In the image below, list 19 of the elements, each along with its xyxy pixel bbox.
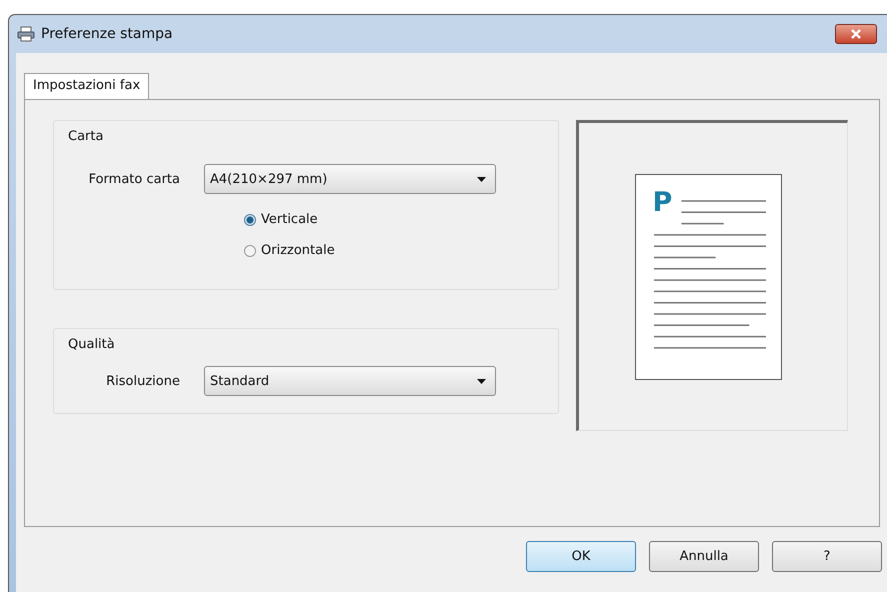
group-title: Carta <box>68 129 104 144</box>
window-title: Preferenze stampa <box>41 26 174 42</box>
field-label: Formato carta <box>88 172 181 186</box>
paper-size-dropdown[interactable]: A4(210×297 mm) <box>204 164 496 194</box>
printer-icon <box>17 26 35 42</box>
dropdown-arrow-icon <box>477 176 486 182</box>
orientation-radio[interactable]: Orizzontale <box>244 243 335 258</box>
orientation-radio[interactable]: Verticale <box>244 212 318 227</box>
dialog-button[interactable]: ? <box>772 541 882 572</box>
close-icon <box>851 29 861 39</box>
dialog-button[interactable]: Annulla <box>649 541 759 572</box>
preview-letter: P <box>652 188 672 216</box>
group-title: Qualità <box>68 337 115 352</box>
settings-tab[interactable]: Impostazioni fax <box>24 73 150 99</box>
close-button[interactable] <box>835 24 877 44</box>
dropdown-arrow-icon <box>477 378 486 384</box>
resolution-dropdown[interactable]: Standard <box>204 366 496 396</box>
field-label: Risoluzione <box>105 374 181 388</box>
dialog-button[interactable]: OK <box>526 541 636 572</box>
